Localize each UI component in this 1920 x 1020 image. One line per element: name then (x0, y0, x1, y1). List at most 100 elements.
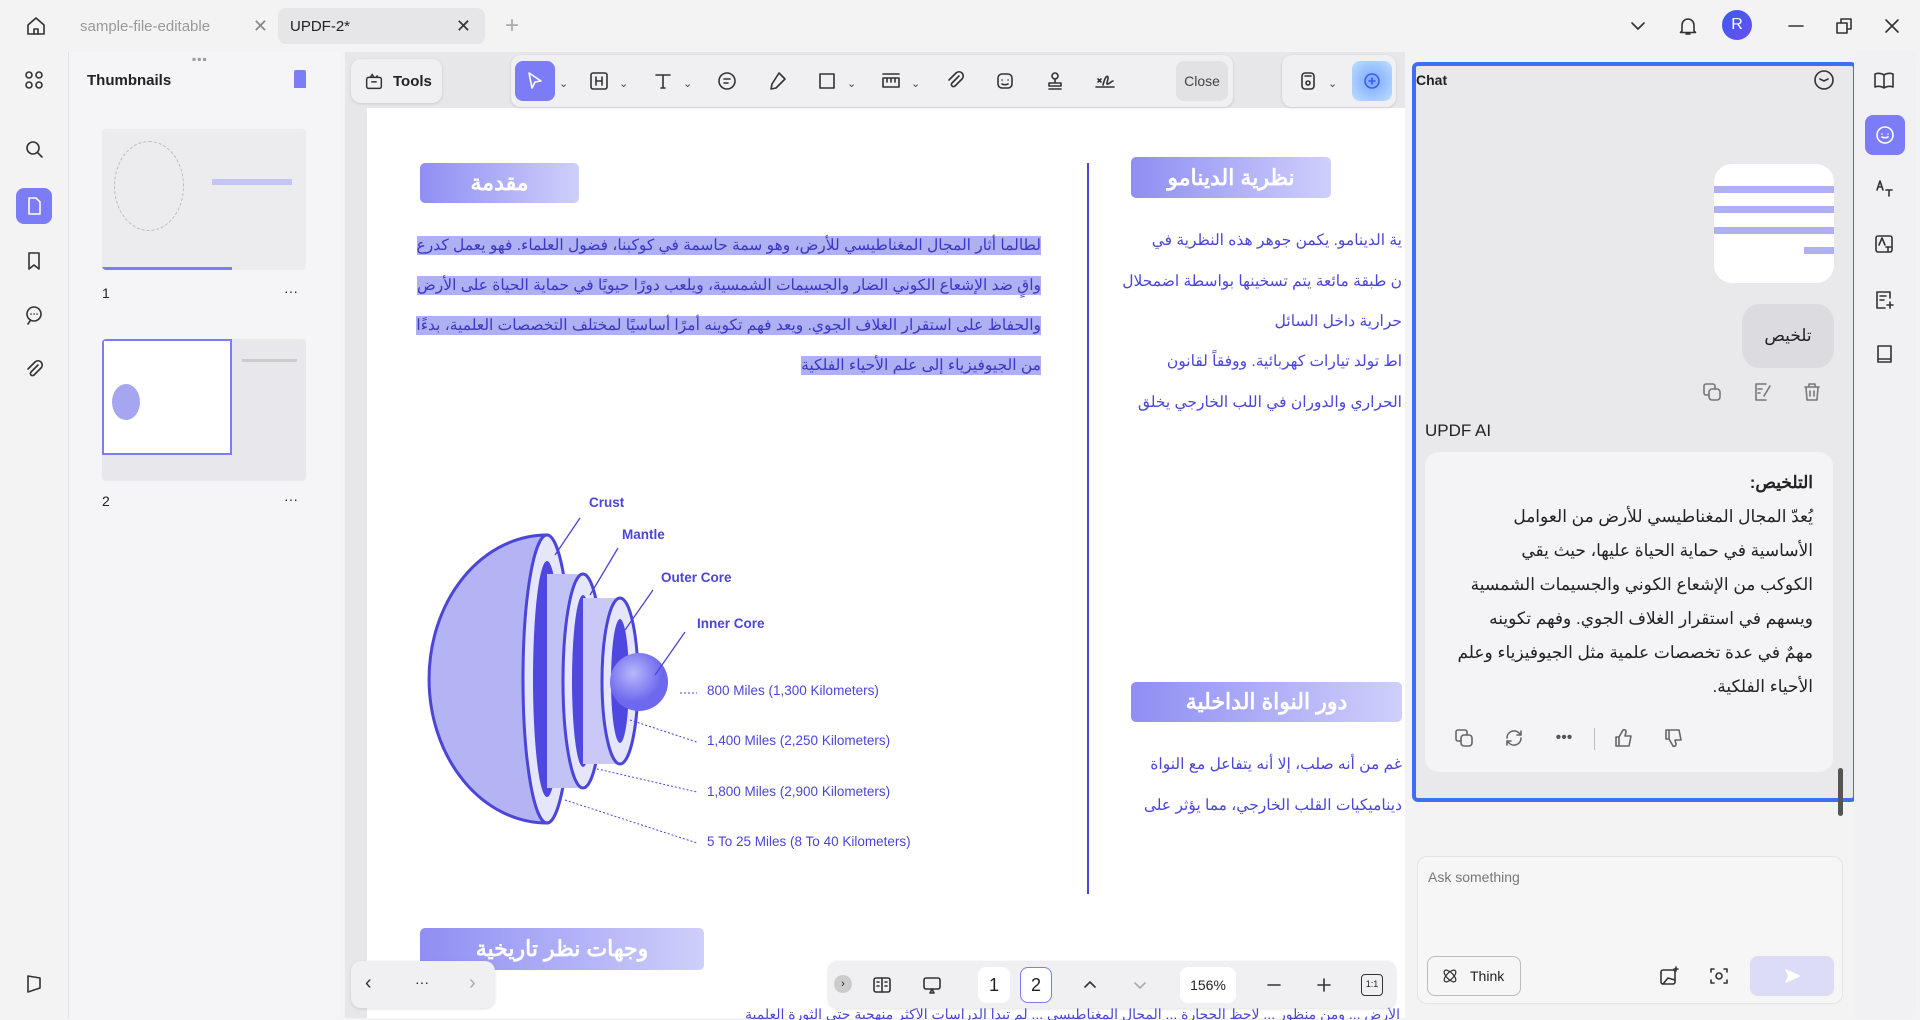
copy-icon[interactable] (1450, 724, 1478, 752)
translate-icon[interactable] (1866, 170, 1902, 206)
chat-scrollbar[interactable] (1838, 768, 1843, 816)
edit-icon[interactable] (1748, 378, 1776, 406)
tools-label: Tools (393, 72, 432, 90)
page-button-2[interactable]: 2 (1020, 967, 1052, 1003)
measurement-label: 5 To 25 Miles (8 To 40 Kilometers) (707, 834, 911, 849)
next-icon[interactable]: › (469, 972, 476, 995)
inner-core-label: Inner Core (697, 616, 765, 631)
copy-icon[interactable] (1698, 378, 1726, 406)
tools-button[interactable]: Tools (351, 59, 442, 103)
bottom-toolbar: › 1 2 156% 1:1 (828, 961, 1396, 1008)
mantle-label: Mantle (622, 527, 665, 542)
dynamo-line: ية الدينامو. يكمن جوهر هذه النظرية في (1151, 232, 1402, 249)
chevron-down-icon[interactable]: ⌄ (911, 77, 920, 90)
selected-text-preview (1714, 164, 1834, 283)
sticker-icon[interactable] (989, 65, 1021, 97)
outer-core-label: Outer Core (661, 570, 732, 585)
avatar[interactable]: R (1722, 10, 1752, 40)
regenerate-icon[interactable] (1500, 724, 1528, 752)
select-tool-icon[interactable] (515, 61, 555, 101)
assistant-name: UPDF AI (1425, 421, 1492, 440)
more-icon[interactable]: ••• (1550, 724, 1578, 752)
minimize-icon[interactable] (1780, 10, 1812, 42)
bottom-partial-text: الأرض ... ومن منظور ... لاحظ الحجارة ...… (745, 1006, 1400, 1020)
thumbs-down-icon[interactable] (1660, 724, 1688, 752)
screenshot-icon[interactable] (1704, 961, 1734, 991)
dynamo-text: ية الدينامو. يكمن جوهر هذه النظرية في ن … (1110, 225, 1402, 425)
chevron-down-icon[interactable]: ⌄ (1328, 77, 1337, 90)
thumbs-up-icon[interactable] (1610, 724, 1638, 752)
page-nav-pill: ‹ ··· › (351, 961, 495, 1008)
measure-tool-icon[interactable] (875, 65, 907, 97)
inner-core-text: غم من أنه صلب، إلا أنه يتفاعل مع النواة … (1110, 750, 1402, 830)
zoom-level[interactable]: 156% (1180, 967, 1236, 1003)
measurement-label: 1,400 Miles (2,250 Kilometers) (707, 733, 891, 748)
think-label: Think (1470, 968, 1505, 984)
restore-icon[interactable] (1828, 10, 1860, 42)
earth-layers-diagram (427, 517, 698, 844)
heading-tool-icon[interactable] (583, 65, 615, 97)
dynamo-line: حرارية داخل السائل (1274, 313, 1402, 330)
toolbox-icon (365, 73, 383, 90)
inner-core-heading: دور النواة الداخلية (1131, 682, 1402, 722)
history-icon[interactable] (1810, 66, 1838, 94)
save-icon[interactable] (1292, 65, 1324, 97)
inner-core-line: غم من أنه صلب، إلا أنه يتفاعل مع النواة (1150, 756, 1402, 773)
actual-size-button[interactable]: 1:1 (1361, 974, 1383, 996)
layers-icon[interactable] (16, 966, 52, 1002)
measurement-label: 800 Miles (1,300 Kilometers) (707, 683, 879, 698)
presentation-icon[interactable] (916, 969, 948, 1001)
chat-title: Chat (1416, 72, 1448, 88)
reading-mode-icon[interactable] (866, 969, 898, 1001)
chevron-down-icon[interactable] (1622, 10, 1654, 42)
dynamo-line: ن طبقة مائعة يتم تسخينها بواسطة اضمحلال (1122, 273, 1402, 290)
page-up-icon[interactable] (1074, 969, 1106, 1001)
dynamo-line: اط تولد تيارات كهربائية. ووفقاً لقانون (1166, 353, 1402, 370)
send-button[interactable] (1750, 956, 1834, 996)
response-title: التلخيص: (1749, 473, 1813, 492)
zoom-out-icon[interactable] (1258, 969, 1290, 1001)
summarize-icon[interactable] (1866, 282, 1902, 318)
inner-core-sphere (610, 653, 668, 711)
attachment-icon[interactable] (939, 65, 971, 97)
more-button[interactable]: ··· (415, 974, 429, 990)
close-window-icon[interactable] (1876, 10, 1908, 42)
zoom-in-icon[interactable] (1308, 969, 1340, 1001)
bell-icon[interactable] (1672, 10, 1704, 42)
divider (1594, 728, 1595, 750)
chevron-down-icon[interactable]: ⌄ (847, 77, 856, 90)
chevron-down-icon[interactable]: ⌄ (619, 77, 628, 90)
updf-ai-icon[interactable] (1352, 61, 1392, 101)
save-toolbar: ⌄ (1282, 55, 1396, 107)
chevron-down-icon[interactable]: ⌄ (559, 77, 568, 90)
annotation-toolbar: ⌄ ⌄ ⌄ ⌄ ⌄ Close (511, 55, 1233, 107)
rectangle-tool-icon[interactable] (811, 65, 843, 97)
page-down-icon[interactable] (1124, 969, 1156, 1001)
delete-icon[interactable] (1798, 378, 1826, 406)
ask-input[interactable]: Ask something (1428, 869, 1520, 885)
previous-icon[interactable]: ‹ (365, 972, 372, 995)
text-tool-icon[interactable] (647, 65, 679, 97)
stamp-icon[interactable] (1039, 65, 1071, 97)
collapse-icon[interactable]: › (834, 975, 852, 993)
translate-page-icon[interactable] (1866, 226, 1902, 262)
page-button-1[interactable]: 1 (978, 967, 1010, 1003)
crust-label: Crust (589, 495, 625, 510)
chat-input-box: Ask something Think (1417, 856, 1843, 1004)
dynamo-line: الحراري والدوران في اللب الخارجي يخلق (1137, 394, 1402, 411)
dynamo-heading: نظرية الدينامو (1131, 157, 1331, 198)
ai-reader-icon[interactable] (1866, 62, 1902, 98)
ai-chat-icon[interactable] (1865, 115, 1905, 155)
atom-icon (1443, 969, 1457, 983)
close-button[interactable]: Close (1176, 61, 1228, 101)
comment-tool-icon[interactable] (711, 65, 743, 97)
book-icon[interactable] (1866, 336, 1902, 372)
highlighter-icon[interactable] (761, 65, 793, 97)
user-prompt-bubble: تلخيص (1742, 304, 1834, 368)
signature-icon[interactable] (1089, 65, 1121, 97)
inner-core-line: ديناميكيات القلب الخارجي، مما يؤثر على (1143, 797, 1402, 814)
think-button[interactable]: Think (1427, 956, 1521, 996)
image-ai-icon[interactable] (1654, 961, 1684, 991)
measurement-label: 1,800 Miles (2,900 Kilometers) (707, 784, 891, 799)
chevron-down-icon[interactable]: ⌄ (683, 77, 692, 90)
